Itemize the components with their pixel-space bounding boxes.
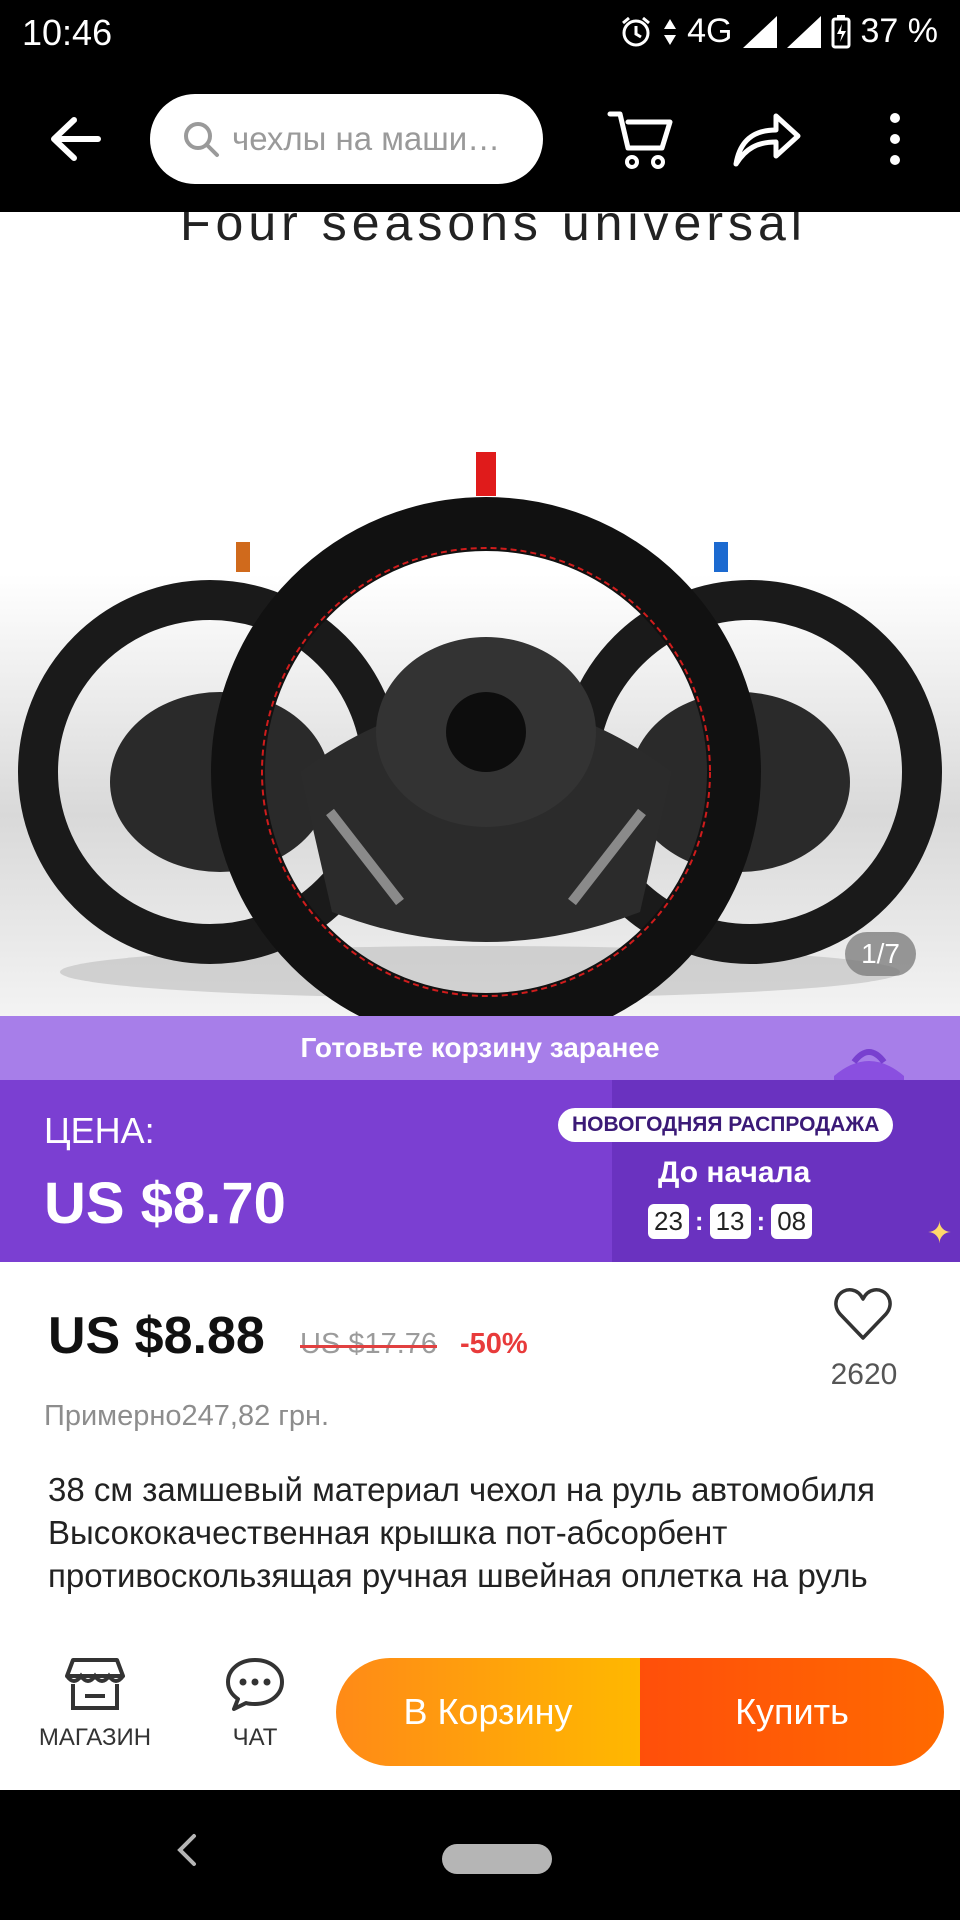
timer-hours: 23	[648, 1204, 689, 1239]
sale-start-label: До начала	[658, 1156, 811, 1189]
data-arrows-icon	[664, 18, 677, 45]
approx-price: Примерно247,82 грн.	[44, 1400, 330, 1432]
alarm-icon	[622, 16, 651, 46]
heart-icon[interactable]	[832, 1286, 894, 1342]
battery-icon	[831, 14, 850, 48]
timer-minutes: 13	[709, 1204, 751, 1239]
price-label: ЦЕНА:	[44, 1110, 155, 1151]
sale-badge: НОВОГОДНЯЯ РАСПРОДАЖА	[558, 1108, 894, 1142]
status-time: 10:46	[22, 12, 113, 53]
signal-icon	[742, 15, 777, 48]
current-price: US $8.88	[48, 1307, 265, 1365]
chat-icon	[226, 1658, 284, 1711]
signal-icon-2	[786, 15, 821, 48]
promo-text: Готовьте корзину заранее	[300, 1032, 660, 1063]
image-counter: 1/7	[845, 932, 916, 976]
product-details: US $8.88 US $17.76 -50% 2620 Примерно247…	[0, 1262, 960, 1632]
timer-separator: :	[694, 1206, 704, 1236]
search-icon	[184, 122, 219, 157]
chat-label: ЧАТ	[232, 1724, 278, 1751]
store-button[interactable]: МАГАЗИН	[20, 1656, 170, 1752]
more-options-icon[interactable]	[880, 110, 910, 168]
top-navigation: чехлы на маши…	[0, 66, 960, 212]
system-home-pill[interactable]	[442, 1844, 552, 1874]
product-title: 38 см замшевый материал чехол на руль ав…	[48, 1471, 875, 1594]
original-price: US $17.76	[300, 1328, 438, 1360]
sale-countdown-panel: НОВОГОДНЯЯ РАСПРОДАЖА До начала 23 : 13 …	[558, 1080, 960, 1262]
store-icon	[65, 1658, 125, 1710]
cart-icon[interactable]	[606, 106, 676, 172]
share-icon[interactable]	[732, 110, 802, 168]
status-indicators: 4G 37 %	[619, 12, 938, 51]
battery-percent: 37 %	[860, 12, 939, 50]
promo-strip[interactable]: Готовьте корзину заранее	[0, 1016, 960, 1080]
sparkle-icon: ✦	[926, 1217, 952, 1250]
steering-wheel-image	[18, 452, 942, 1016]
back-arrow-icon[interactable]	[46, 110, 104, 168]
gift-icon	[834, 1049, 904, 1080]
store-label: МАГАЗИН	[38, 1724, 152, 1751]
system-back-icon[interactable]	[172, 1830, 202, 1870]
product-image-gallery[interactable]: Four seasons universal 1/7	[0, 212, 960, 1016]
search-placeholder: чехлы на маши…	[232, 120, 501, 157]
price-block: ЦЕНА: US $8.70 НОВОГОДНЯЯ РАСПРОДАЖА До …	[0, 1080, 960, 1262]
status-bar: 10:46 4G 37 %	[0, 0, 960, 66]
discount-badge: -50%	[460, 1328, 528, 1360]
timer-seconds: 08	[771, 1204, 813, 1239]
system-navigation-bar	[0, 1790, 960, 1920]
wishlist-count: 2620	[830, 1358, 898, 1391]
buy-now-button[interactable]: Купить	[640, 1658, 944, 1766]
sale-price: US $8.70	[44, 1171, 286, 1236]
search-input[interactable]: чехлы на маши…	[150, 94, 543, 184]
countdown-timer: 23 : 13 : 08	[648, 1204, 813, 1239]
network-type: 4G	[687, 12, 733, 50]
bottom-action-bar: МАГАЗИН ЧАТ В Корзину Купить	[0, 1632, 960, 1790]
add-to-cart-button[interactable]: В Корзину	[336, 1658, 640, 1766]
timer-separator: :	[756, 1206, 766, 1236]
chat-button[interactable]: ЧАТ	[190, 1656, 320, 1752]
